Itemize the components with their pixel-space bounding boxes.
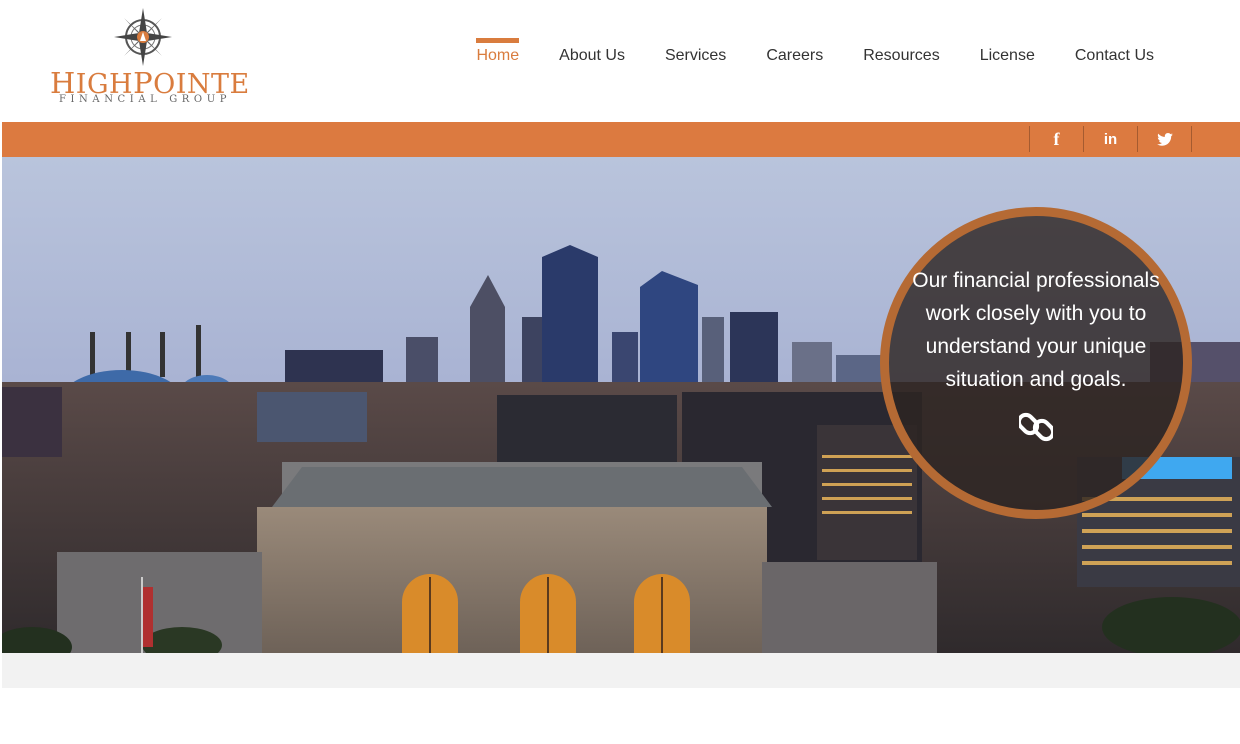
nav-resources[interactable]: Resources	[863, 38, 939, 65]
nav-contact-us[interactable]: Contact Us	[1075, 38, 1154, 65]
twitter-bird-icon	[1156, 132, 1173, 146]
facebook-icon[interactable]: f	[1030, 126, 1084, 152]
main-nav: Home About Us Services Careers Resources…	[436, 38, 1154, 65]
logo[interactable]: HIGHPOINTE FINANCIAL GROUP	[50, 8, 249, 108]
content-strip	[2, 653, 1240, 688]
linkedin-icon[interactable]: in	[1084, 126, 1138, 152]
hero-callout: Our financial professionals work closely…	[880, 207, 1192, 519]
logo-tagline: FINANCIAL GROUP	[58, 94, 232, 105]
nav-services[interactable]: Services	[665, 38, 726, 65]
nav-about-us[interactable]: About Us	[559, 38, 625, 65]
nav-home[interactable]: Home	[476, 38, 519, 65]
site-header: HIGHPOINTE FINANCIAL GROUP Home About Us…	[0, 0, 1240, 122]
compass-icon	[114, 8, 172, 66]
social-bar: f in	[2, 122, 1240, 157]
nav-careers[interactable]: Careers	[766, 38, 823, 65]
nav-license[interactable]: License	[980, 38, 1035, 65]
link-icon[interactable]	[1019, 410, 1053, 444]
callout-text: Our financial professionals work closely…	[912, 269, 1160, 391]
social-links: f in	[1029, 126, 1192, 152]
twitter-icon[interactable]	[1138, 126, 1192, 152]
